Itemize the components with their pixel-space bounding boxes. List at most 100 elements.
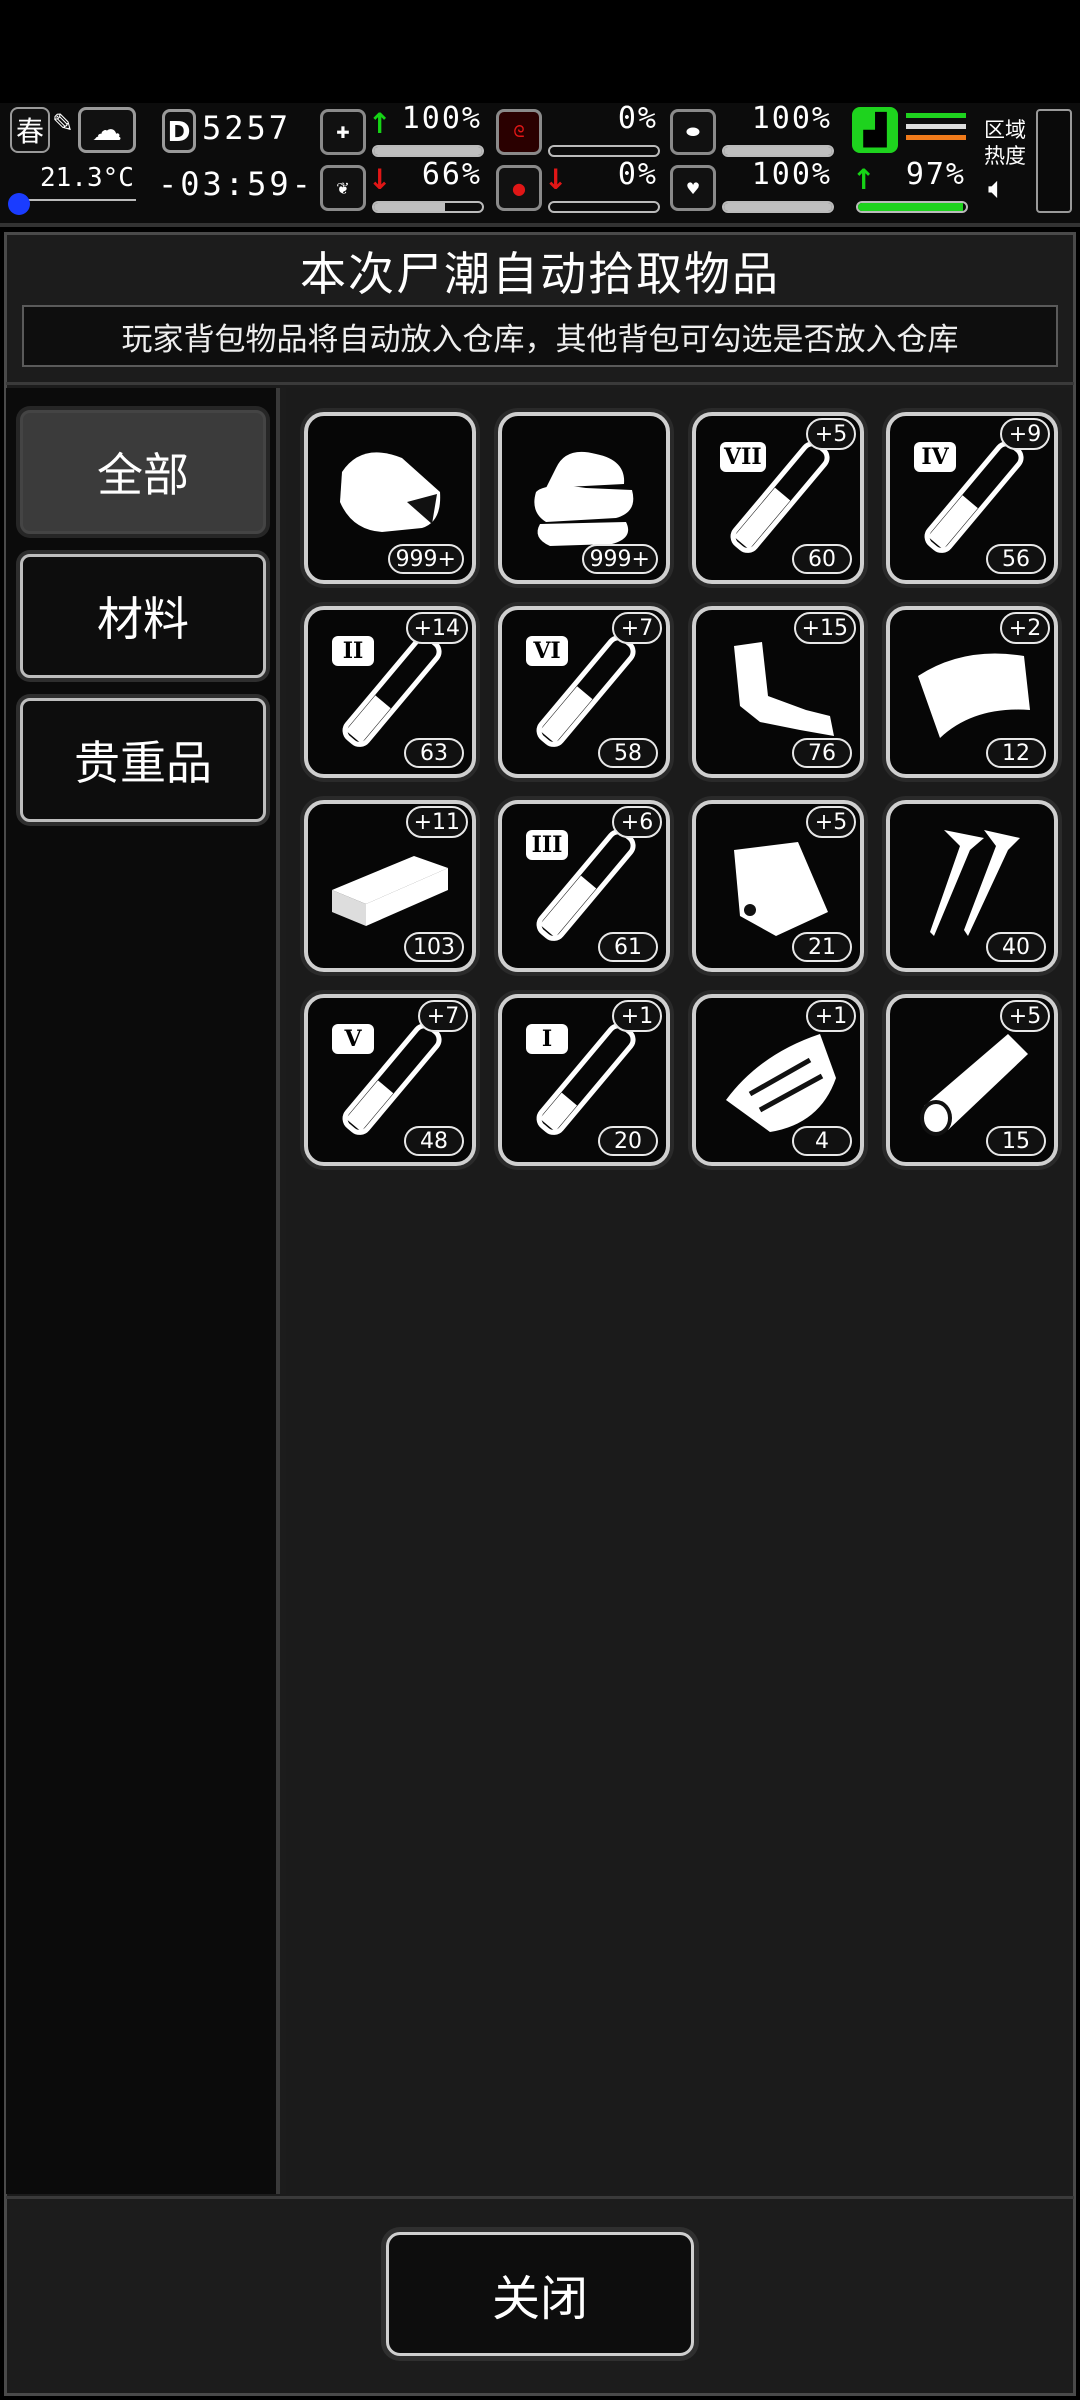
health-stat[interactable]: ✚ ↑ 100% [320,101,486,159]
clock-display: -03:59- [158,165,314,203]
tier-badge: VI [526,636,568,666]
hunger-stat[interactable]: ᘓ 0% [496,101,662,159]
tab-label: 全部 [97,448,189,502]
bleed-stat[interactable]: ● ↓ 0% [496,157,662,215]
plus-badge: +5 [806,806,856,838]
weather-icon[interactable]: ☁ [78,107,136,153]
item-quantity: 60 [792,544,852,574]
status-bar: 春 ✎ ☁ 21.3°C D 5257 -03:59- ✚ ↑ 100% ❦ ↓… [0,101,1080,227]
tier-badge: II [332,636,374,666]
heart-icon: ♥ [670,165,716,211]
item-slot[interactable]: +1 4 [692,994,864,1166]
item-quantity: 58 [598,738,658,768]
tier-badge: IV [914,442,956,472]
feather-icon: ✎ [52,109,74,139]
item-slot[interactable]: V +7 48 [304,994,476,1166]
heart-bar [722,201,834,213]
close-button[interactable]: 关闭 [386,2232,694,2356]
item-slot[interactable]: +15 76 [692,606,864,778]
trend-down-icon: ↓ [368,163,392,196]
item-slot[interactable]: III +6 61 [498,800,670,972]
item-quantity: 4 [792,1126,852,1156]
item-slot[interactable]: +11 103 [304,800,476,972]
item-slot[interactable]: II +14 63 [304,606,476,778]
tab-valuables[interactable]: 贵重品 [20,698,266,822]
plus-badge: +5 [1000,1000,1050,1032]
stamina-stat[interactable]: ↑ 97% [852,157,970,215]
armor-value: 100% [751,101,832,136]
tier-badge: V [332,1024,374,1054]
item-slot[interactable]: VI +7 58 [498,606,670,778]
plus-badge: +11 [405,806,468,838]
item-quantity: 999+ [581,544,658,574]
stomach-icon: ᘓ [496,109,542,155]
divider [6,382,1074,385]
blood-drop-icon: ● [496,165,542,211]
sanity-stat[interactable]: ❦ ↓ 66% [320,157,486,215]
item-quantity: 12 [986,738,1046,768]
category-sidebar: 全部 材料 贵重品 [6,388,280,2194]
speed-lines-icon [906,113,966,140]
bleed-bar [548,201,660,213]
item-slot[interactable]: IV +9 56 [886,412,1058,584]
plus-badge: +6 [612,806,662,838]
first-aid-icon: ✚ [320,109,366,155]
region-heat-meter [1036,109,1072,213]
plus-badge: +2 [1000,612,1050,644]
item-grid: 999+ 999+ VII +5 60 IV +9 56 II +14 63 V… [286,388,1070,2194]
tab-materials[interactable]: 材料 [20,554,266,678]
hunger-bar [548,145,660,157]
brain-icon: ❦ [320,165,366,211]
trend-up-icon: ↑ [852,163,876,196]
page-title: 本次尸潮自动拾取物品 [300,247,780,301]
boot-icon[interactable]: ▟ [852,107,898,153]
item-slot[interactable]: +5 21 [692,800,864,972]
stamina-bar [856,201,968,213]
item-slot[interactable]: I +1 20 [498,994,670,1166]
trend-up-icon: ↑ [368,107,392,140]
armor-stat[interactable]: ⬬ 100% [670,101,836,159]
item-quantity: 999+ [387,544,464,574]
tier-badge: III [526,830,568,860]
health-value: 100% [401,101,482,136]
plus-badge: +1 [612,1000,662,1032]
item-slot[interactable]: +5 15 [886,994,1058,1166]
close-button-label: 关闭 [491,2271,588,2327]
health-bar [372,145,484,157]
tab-all[interactable]: 全部 [20,410,266,534]
day-counter: 5257 [202,109,292,147]
plus-badge: +5 [806,418,856,450]
item-quantity: 15 [986,1126,1046,1156]
item-slot[interactable]: VII +5 60 [692,412,864,584]
plus-badge: +15 [793,612,856,644]
plus-badge: +1 [806,1000,856,1032]
thermometer-icon [8,193,30,215]
plus-badge: +9 [1000,418,1050,450]
item-quantity: 56 [986,544,1046,574]
heart-value: 100% [751,157,832,192]
season-badge[interactable]: 春 [10,107,50,153]
speaker-icon[interactable]: 🔈︎ [988,171,1006,206]
item-quantity: 20 [598,1126,658,1156]
item-quantity: 103 [404,932,464,962]
plus-badge: +7 [612,612,662,644]
heart-stat[interactable]: ♥ 100% [670,157,836,215]
tab-label: 贵重品 [74,736,212,790]
footer-divider [6,2196,1074,2199]
tier-badge: I [526,1024,568,1054]
item-slot[interactable]: +2 12 [886,606,1058,778]
plus-badge: +7 [418,1000,468,1032]
tab-label: 材料 [97,592,189,646]
temperature-gauge [8,193,136,215]
hunger-value: 0% [617,101,658,136]
helmet-icon: ⬬ [670,109,716,155]
item-quantity: 63 [404,738,464,768]
season-label: 春 [15,115,44,148]
sanity-value: 66% [421,157,482,192]
item-slot[interactable]: 999+ [498,412,670,584]
plus-badge: +14 [405,612,468,644]
item-slot[interactable]: 999+ [304,412,476,584]
item-quantity: 76 [792,738,852,768]
sanity-bar [372,201,484,213]
item-slot[interactable]: 40 [886,800,1058,972]
